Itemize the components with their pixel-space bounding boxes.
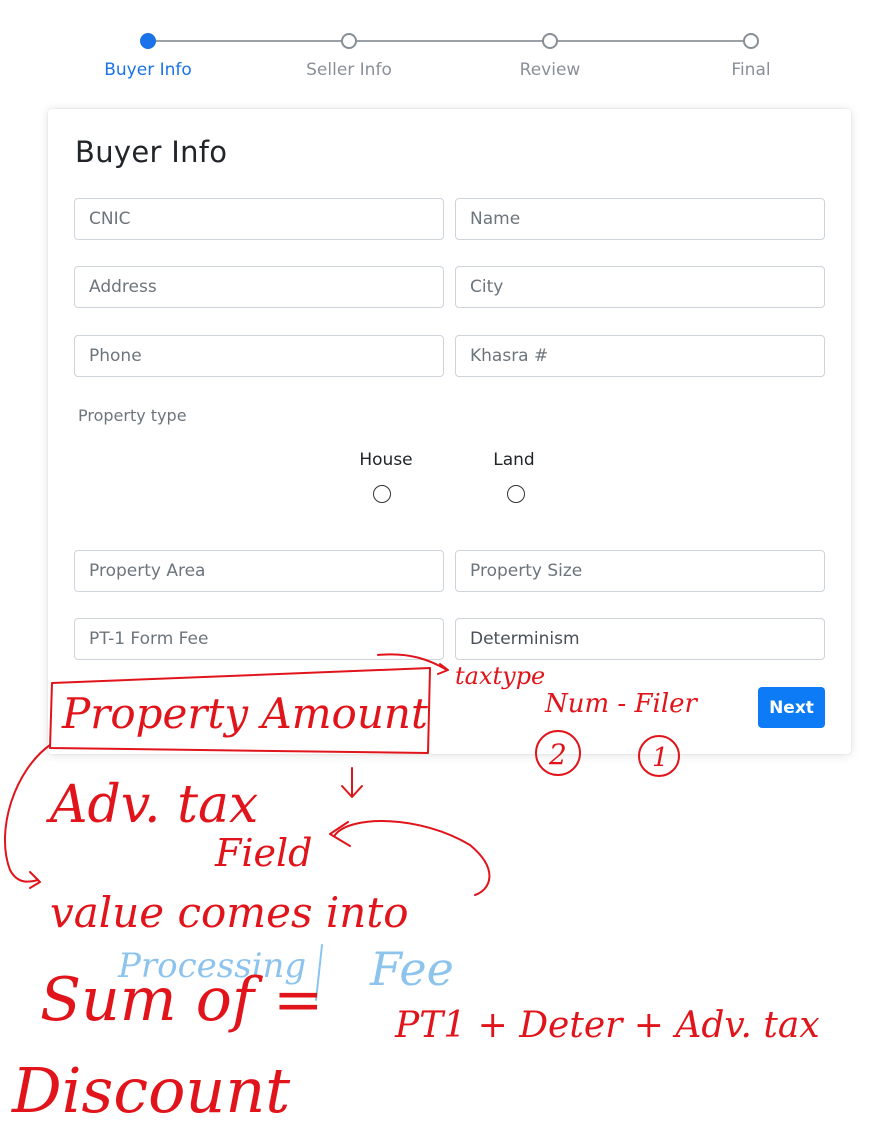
cnic-input[interactable]: [74, 198, 444, 240]
page-title: Buyer Info: [75, 135, 228, 169]
address-input[interactable]: [74, 266, 444, 308]
step-dot-final[interactable]: [743, 33, 759, 49]
pt1-form-fee-input[interactable]: [74, 618, 444, 660]
annotation-arrow-curve: [329, 820, 491, 896]
step-label-review[interactable]: Review: [470, 60, 630, 80]
annotation-arrow-down: [341, 767, 363, 798]
annotation-sum-of: Sum of =: [40, 965, 323, 1035]
step-dot-seller-info[interactable]: [341, 33, 357, 49]
next-button[interactable]: Next: [758, 687, 825, 728]
annotation-adv-tax: Adv. tax: [46, 775, 258, 835]
khasra-input[interactable]: [455, 335, 825, 377]
property-size-input[interactable]: [455, 550, 825, 592]
annotation-discount: Discount: [11, 1054, 290, 1127]
annotation-blue-stroke: [315, 944, 323, 1001]
step-label-seller-info[interactable]: Seller Info: [269, 60, 429, 80]
house-radio[interactable]: [373, 485, 391, 503]
progress-stepper: Buyer Info Seller Info Review Final: [0, 0, 876, 100]
step-label-final[interactable]: Final: [671, 60, 831, 80]
city-input[interactable]: [455, 266, 825, 308]
annotation-value-comes-into: value comes into: [50, 888, 409, 937]
step-label-buyer-info[interactable]: Buyer Info: [68, 60, 228, 80]
annotation-field: Field: [214, 831, 313, 875]
annotation-fee: Fee: [369, 942, 454, 996]
property-type-label: Property type: [78, 406, 187, 425]
step-dot-review[interactable]: [542, 33, 558, 49]
land-radio[interactable]: [507, 485, 525, 503]
determinism-input[interactable]: [455, 618, 825, 660]
radio-label-land: Land: [493, 450, 535, 470]
step-dot-buyer-info[interactable]: [140, 33, 156, 49]
annotation-processing: Processing: [117, 946, 306, 986]
phone-input[interactable]: [74, 335, 444, 377]
buyer-info-card: Buyer Info Property type House Land Next: [48, 109, 851, 754]
stepper-track: [148, 40, 751, 42]
radio-label-house: House: [359, 450, 413, 470]
name-input[interactable]: [455, 198, 825, 240]
annotation-formula: PT1 + Deter + Adv. tax: [394, 1005, 820, 1046]
property-area-input[interactable]: [74, 550, 444, 592]
annotation-arrow-left: [3, 744, 51, 889]
